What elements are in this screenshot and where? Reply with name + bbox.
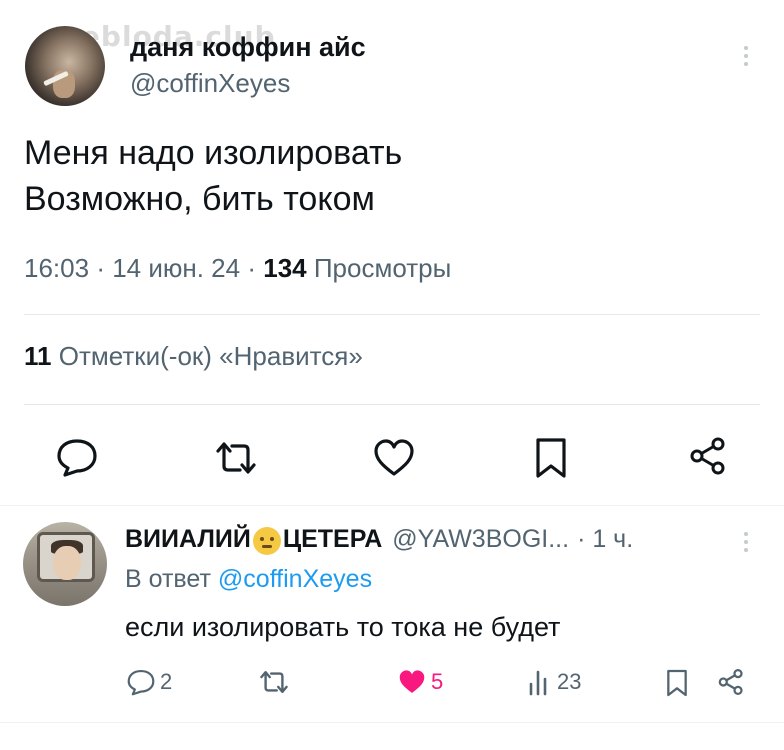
smiling-face-emoji-icon <box>252 526 281 555</box>
divider <box>24 404 760 405</box>
divider <box>24 314 760 315</box>
reply-more-options-icon[interactable] <box>744 532 750 552</box>
bookmark-icon <box>667 669 687 697</box>
share-icon[interactable] <box>688 436 728 476</box>
like-filled-icon <box>399 670 425 693</box>
like-icon[interactable] <box>372 438 416 478</box>
author-avatar[interactable] <box>25 26 105 106</box>
reply-time[interactable]: · 1 ч. <box>577 525 633 554</box>
views-label: Просмотры <box>313 253 452 283</box>
author-display-name[interactable]: даня коффин айс <box>130 32 366 63</box>
tweet-line-1: Меня надо изолировать <box>24 134 403 172</box>
retweet-icon <box>260 671 288 693</box>
reply-icon[interactable] <box>55 437 99 477</box>
bookmark-icon[interactable] <box>533 437 569 479</box>
reply-context: В ответ @coffinXeyes <box>125 565 372 594</box>
avatar-face <box>53 546 81 580</box>
reply-bookmark-button[interactable] <box>665 668 689 698</box>
reply-reply-count: 2 <box>160 669 173 694</box>
bottom-separator <box>0 722 784 723</box>
reply-text: если изолировать то тока не будет <box>125 612 561 642</box>
reply-header: ВИИАЛИЙ ЦЕТЕРА @YAW3BOGI... · 1 ч. <box>125 525 633 555</box>
likes-count: 11 <box>24 341 52 371</box>
retweet-icon[interactable] <box>214 438 258 478</box>
tweet-time[interactable]: 16:03 <box>24 253 89 283</box>
reply-author-avatar[interactable] <box>23 522 107 606</box>
likes-label: Отметки(-ок) «Нравится» <box>58 341 363 371</box>
reply-author-name-part2[interactable]: ЦЕТЕРА <box>283 525 382 554</box>
more-options-icon[interactable] <box>744 46 750 66</box>
tweet-meta: 16:03 · 14 июн. 24 · 134 Просмотры <box>24 253 452 283</box>
tweet-line-2: Возможно, бить током <box>24 180 375 218</box>
likes-summary[interactable]: 11 Отметки(-ок) «Нравится» <box>24 341 363 372</box>
views-chart-icon <box>529 670 547 696</box>
reply-like-count: 5 <box>431 669 444 694</box>
author-handle[interactable]: @coffinXeyes <box>130 68 290 99</box>
reply-reply-button[interactable]: 2 <box>126 668 172 696</box>
reply-like-button[interactable]: 5 <box>397 668 443 696</box>
reply-views-count: 23 <box>557 669 582 694</box>
reply-author-handle[interactable]: @YAW3BOGI... <box>392 525 569 554</box>
reply-views-button[interactable]: 23 <box>527 668 581 696</box>
reply-retweet-button[interactable] <box>258 668 290 696</box>
share-icon <box>718 668 743 696</box>
reply-icon <box>127 670 155 696</box>
tweet-text: Меня надо изолировать Возможно, бить ток… <box>24 130 402 222</box>
reply-share-button[interactable] <box>717 668 745 696</box>
section-separator <box>0 505 784 506</box>
reply-author-name-part1[interactable]: ВИИАЛИЙ <box>125 525 251 554</box>
reply-mention-link[interactable]: @coffinXeyes <box>218 565 372 593</box>
tweet-date[interactable]: 14 июн. 24 <box>112 253 240 283</box>
reply-prefix: В ответ <box>125 565 211 593</box>
views-count: 134 <box>263 253 307 283</box>
